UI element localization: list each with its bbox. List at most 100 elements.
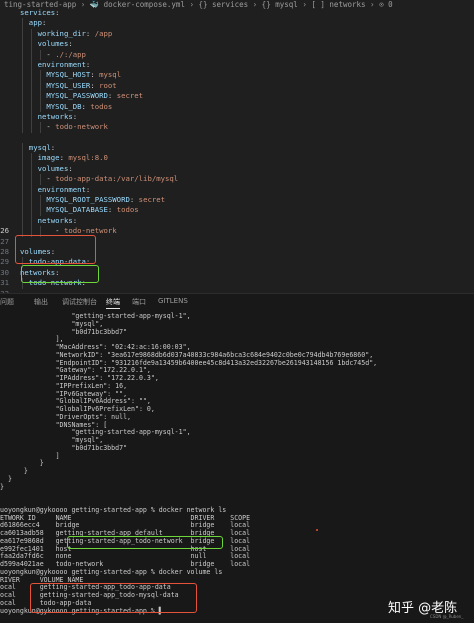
indent-guide	[22, 163, 23, 175]
indent-guide	[30, 59, 32, 71]
line-number: 26	[0, 226, 9, 236]
volume-list-highlight-box	[30, 583, 197, 613]
code-line[interactable]: networks:	[0, 111, 474, 123]
volumes-highlight-box	[15, 235, 96, 264]
indent-guide	[22, 122, 23, 133]
code-token: :	[90, 80, 100, 90]
code-token: :	[68, 39, 73, 49]
code-text: environment:	[38, 60, 91, 70]
code-text: working_dir: /app	[38, 29, 113, 39]
code-line[interactable]: working_dir: /app	[0, 28, 474, 40]
code-token: mysql:8.0	[68, 153, 108, 163]
indent-guide	[39, 101, 41, 112]
code-line[interactable]: app:	[0, 18, 474, 29]
code-token: :	[50, 143, 56, 153]
indent-guide	[22, 174, 23, 185]
code-line[interactable]: networks:	[0, 215, 474, 227]
indent-guide	[22, 91, 23, 102]
code-line[interactable]: MYSQL_HOST: mysql	[0, 70, 474, 81]
indent-guide	[22, 28, 23, 40]
code-line[interactable]: MYSQL_PASSWORD: secret	[0, 91, 474, 102]
panel-tab-bar: 问题 输出 调试控制台 终端 端口 GITLENS	[0, 293, 474, 310]
indent-guide	[30, 174, 32, 185]
code-token: :	[41, 18, 47, 28]
indent-guide	[30, 122, 32, 133]
terminal-line: }	[0, 467, 28, 475]
code-text: - todo-app-data:/var/lib/mysql	[46, 174, 178, 184]
todo-network-highlight-box	[67, 536, 223, 549]
code-line[interactable]: MYSQL_DATABASE: todos	[0, 205, 474, 216]
indent-guide	[22, 111, 23, 123]
terminal-line: }	[0, 459, 44, 468]
tab-ports[interactable]: 端口	[132, 297, 146, 307]
code-line[interactable]: - ./:/app	[0, 49, 474, 60]
indent-guide	[22, 49, 23, 60]
code-line[interactable]: environment:	[0, 59, 474, 71]
code-line[interactable]: MYSQL_DB: todos	[0, 101, 474, 112]
code-token: -	[46, 226, 64, 236]
code-line[interactable]	[0, 133, 474, 143]
code-text: networks:	[38, 112, 78, 122]
code-token: MYSQL_HOST	[46, 70, 91, 80]
indent-guide	[30, 184, 32, 196]
annotation-dot	[316, 529, 318, 531]
code-token: :	[85, 28, 95, 38]
code-token: secret	[116, 91, 144, 101]
code-text: app:	[29, 18, 47, 28]
indent-guide	[30, 80, 32, 92]
indent-guide	[30, 153, 32, 164]
code-text: services:	[20, 8, 60, 18]
code-text: MYSQL_PASSWORD: secret	[46, 91, 143, 101]
code-line[interactable]: services:	[0, 8, 474, 18]
code-line[interactable]: image: mysql:8.0	[0, 153, 474, 164]
indent-guide	[30, 195, 32, 206]
code-line[interactable]: volumes:	[0, 39, 474, 50]
tab-debug-console[interactable]: 调试控制台	[62, 297, 97, 307]
code-token: networks	[37, 111, 73, 121]
code-token: -	[46, 174, 56, 184]
code-token: :	[72, 111, 78, 121]
code-editor[interactable]: ting-started-app › 🐳 docker-compose.yml …	[0, 0, 474, 293]
code-token: volumes	[37, 163, 69, 173]
code-token: secret	[138, 195, 166, 205]
code-token: :	[90, 70, 100, 80]
indent-guide	[39, 80, 41, 92]
code-line[interactable]: mysql:	[0, 143, 474, 154]
code-token: :	[68, 163, 73, 173]
code-token: mysql	[28, 143, 51, 153]
code-text: MYSQL_DATABASE: todos	[46, 205, 138, 215]
code-token: mysql	[99, 70, 122, 80]
code-token: -	[46, 122, 56, 132]
indent-guide	[22, 80, 23, 92]
code-token: todos	[90, 101, 113, 111]
code-line[interactable]: MYSQL_USER: root	[0, 80, 474, 92]
tab-problems[interactable]: 问题	[0, 297, 14, 307]
indent-guide	[22, 70, 23, 81]
code-token: todo-network	[55, 122, 108, 132]
code-token: todo-network	[63, 226, 117, 236]
code-line[interactable]: volumes:	[0, 163, 474, 175]
indent-guide	[39, 122, 41, 133]
code-token: MYSQL_ROOT_PASSWORD	[46, 195, 130, 205]
code-text: volumes:	[38, 164, 73, 174]
code-line[interactable]: MYSQL_ROOT_PASSWORD: secret	[0, 195, 474, 206]
code-line[interactable]: - todo-app-data:/var/lib/mysql	[0, 174, 474, 185]
code-token: :	[129, 195, 139, 205]
tab-terminal[interactable]: 终端	[106, 297, 120, 309]
indent-guide	[30, 111, 32, 123]
line-number: 31	[0, 278, 9, 288]
code-line[interactable]: environment:	[0, 184, 474, 196]
code-text: image: mysql:8.0	[38, 153, 108, 163]
tab-output[interactable]: 输出	[34, 297, 48, 307]
indent-guide	[30, 49, 32, 60]
indent-guide	[30, 39, 32, 50]
code-text: environment:	[38, 185, 91, 195]
indent-guide	[30, 205, 32, 216]
tab-gitlens[interactable]: GITLENS	[158, 297, 188, 305]
terminal[interactable]: "getting-started-app-mysql-1", "mysql", …	[0, 310, 474, 623]
code-line[interactable]: - todo-network	[0, 122, 474, 133]
terminal-line: }	[0, 474, 12, 483]
line-number: 27	[0, 236, 9, 246]
code-token: ./:/app	[55, 49, 86, 59]
code-token: :	[85, 184, 91, 194]
